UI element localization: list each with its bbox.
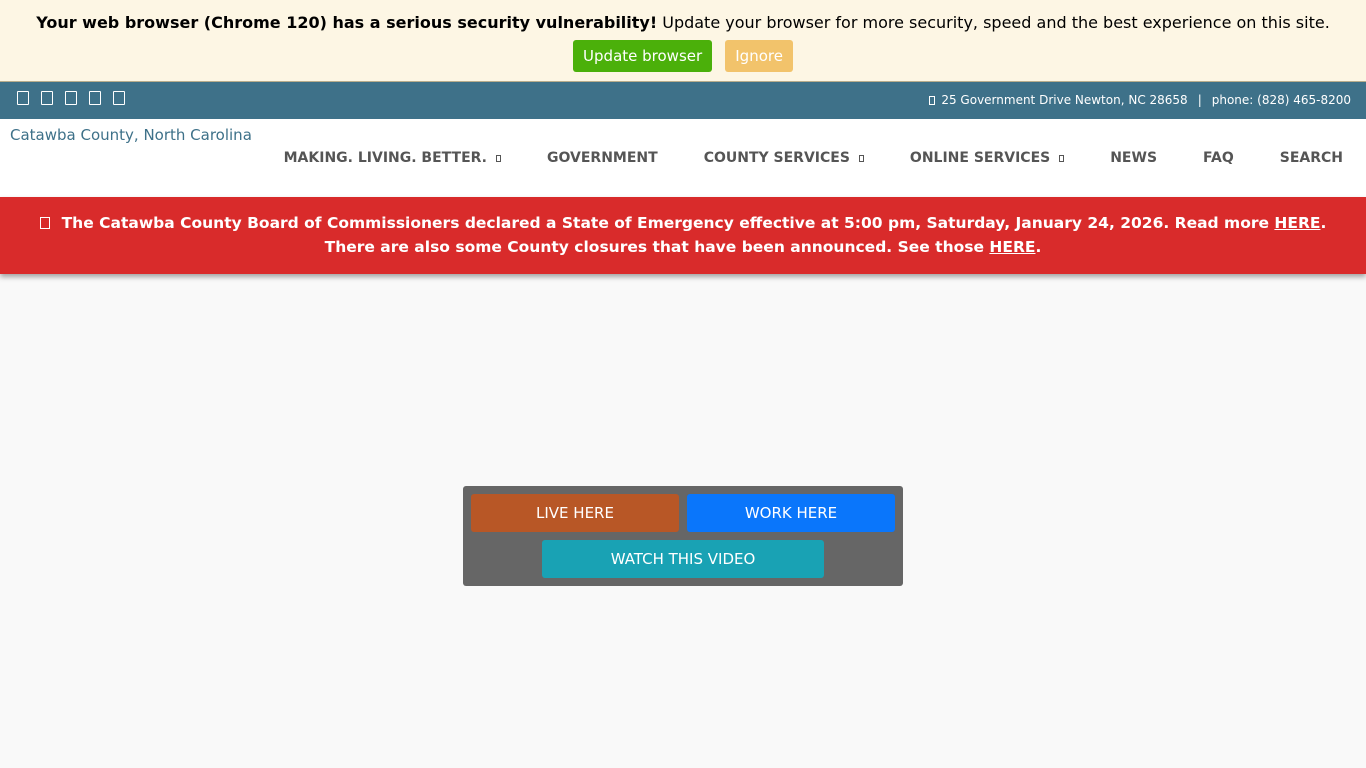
address-text[interactable]: 25 Government Drive Newton, NC 28658 (941, 93, 1187, 107)
alert-link-2[interactable]: HERE (989, 238, 1035, 256)
nav-news[interactable]: NEWS (1110, 150, 1157, 166)
contact-info: 25 Government Drive Newton, NC 28658 | p… (929, 93, 1351, 107)
site-header: Catawba County, North Carolina MAKING. L… (0, 119, 1366, 197)
alert-line-2: There are also some County closures that… (0, 238, 1366, 256)
warning-icon (39, 217, 50, 229)
chevron-down-icon (858, 154, 864, 162)
alert-text-2: There are also some County closures that… (324, 238, 990, 256)
chevron-down-icon (496, 154, 502, 162)
instagram-icon[interactable] (65, 91, 77, 105)
alert-end-1: . (1320, 214, 1327, 232)
nav-county-services[interactable]: COUNTY SERVICES (704, 150, 864, 166)
alert-end-2: . (1035, 238, 1042, 256)
main-nav: MAKING. LIVING. BETTER. GOVERNMENT COUNT… (261, 149, 1366, 167)
nav-search[interactable]: SEARCH (1280, 150, 1343, 166)
update-browser-button[interactable]: Update browser (573, 40, 713, 72)
update-buttons: Update browser Ignore (0, 40, 1366, 72)
emergency-alert: The Catawba County Board of Commissioner… (0, 197, 1366, 274)
alert-line-1: The Catawba County Board of Commissioner… (0, 214, 1366, 232)
update-warning-text: Update your browser for more security, s… (657, 13, 1330, 32)
chevron-down-icon (1059, 154, 1065, 162)
nav-label: SEARCH (1279, 150, 1343, 166)
update-warning-bold: Your web browser (Chrome 120) has a seri… (36, 13, 658, 32)
youtube-icon[interactable] (113, 91, 125, 105)
live-here-button[interactable]: LIVE HERE (471, 494, 679, 532)
contact-separator: | (1197, 93, 1202, 107)
watch-video-button[interactable]: WATCH THIS VIDEO (542, 540, 824, 578)
update-message: Your web browser (Chrome 120) has a seri… (0, 13, 1366, 32)
site-logo[interactable]: Catawba County, North Carolina (10, 126, 252, 144)
cta-panel: LIVE HERE WORK HERE WATCH THIS VIDEO (463, 486, 903, 586)
nav-label: GOVERNMENT (547, 150, 658, 166)
phone-text[interactable]: phone: (828) 465-8200 (1212, 93, 1351, 107)
top-bar: 25 Government Drive Newton, NC 28658 | p… (0, 82, 1366, 119)
social-links (17, 91, 127, 105)
nav-label: NEWS (1110, 150, 1158, 166)
nav-making-living-better[interactable]: MAKING. LIVING. BETTER. (283, 150, 502, 166)
linkedin-icon[interactable] (89, 91, 101, 105)
alert-text-1: The Catawba County Board of Commissioner… (61, 214, 1275, 232)
ignore-button[interactable]: Ignore (725, 40, 793, 72)
logo-alt-text: Catawba County, North Carolina (10, 126, 252, 144)
map-marker-icon (929, 95, 936, 105)
nav-faq[interactable]: FAQ (1203, 150, 1234, 166)
work-here-button[interactable]: WORK HERE (687, 494, 895, 532)
nav-government[interactable]: GOVERNMENT (547, 150, 658, 166)
twitter-icon[interactable] (41, 91, 53, 105)
facebook-icon[interactable] (17, 91, 29, 105)
alert-link-1[interactable]: HERE (1274, 214, 1320, 232)
nav-online-services[interactable]: ONLINE SERVICES (909, 150, 1065, 166)
browser-update-banner: Your web browser (Chrome 120) has a seri… (0, 0, 1366, 82)
nav-label: COUNTY SERVICES (703, 150, 850, 166)
nav-label: FAQ (1203, 150, 1234, 166)
nav-label: MAKING. LIVING. BETTER. (283, 150, 488, 166)
nav-label: ONLINE SERVICES (909, 150, 1051, 166)
